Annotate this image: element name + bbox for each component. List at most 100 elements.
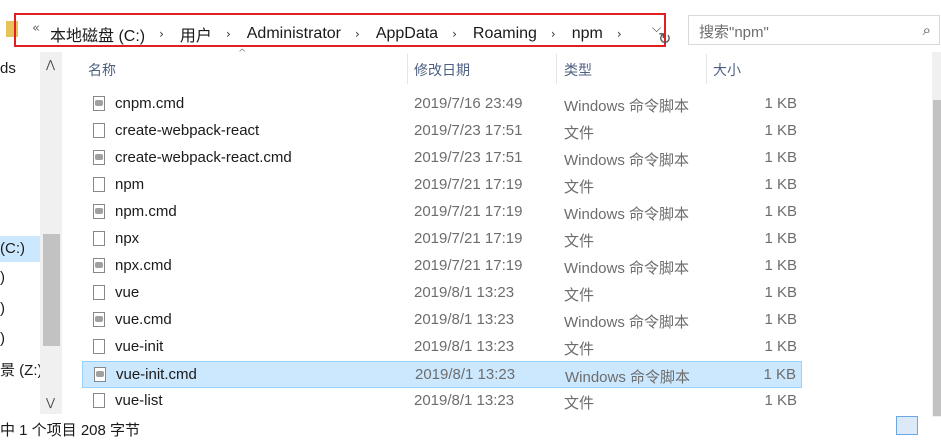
nav-item-drive[interactable]: ) — [0, 300, 5, 317]
file-row[interactable]: vue-init 2019/8/1 13:23 文件 1 KB — [82, 334, 802, 361]
script-file-icon — [94, 367, 106, 382]
breadcrumb-overflow-icon[interactable]: « — [32, 21, 40, 36]
status-bar-text: 中 1 个项目 208 字节 — [0, 422, 141, 439]
file-date: 2019/8/1 13:23 — [414, 338, 515, 355]
file-name: npx.cmd — [115, 257, 172, 274]
file-size: 1 KB — [764, 95, 797, 112]
chevron-right-icon[interactable]: › — [355, 27, 360, 41]
file-name: npm.cmd — [115, 203, 177, 220]
refresh-icon[interactable]: ↻ — [658, 29, 671, 48]
file-size: 1 KB — [764, 203, 797, 220]
file-date: 2019/7/21 17:19 — [414, 176, 523, 193]
column-header-size[interactable]: 大小 — [713, 57, 741, 85]
scroll-up-icon[interactable]: ⋀ — [46, 58, 55, 71]
file-size: 1 KB — [764, 257, 797, 274]
script-file-icon — [93, 312, 105, 327]
file-size: 1 KB — [764, 122, 797, 139]
file-size: 1 KB — [764, 230, 797, 247]
nav-scrollbar[interactable] — [40, 52, 62, 414]
file-list-scrollbar-thumb[interactable] — [933, 100, 941, 416]
nav-scrollbar-thumb[interactable] — [43, 234, 60, 346]
breadcrumb-item[interactable]: Administrator — [247, 25, 341, 43]
file-date: 2019/8/1 13:23 — [414, 311, 515, 328]
file-type: Windows 命令脚本 — [564, 314, 690, 331]
file-row[interactable]: npm.cmd 2019/7/21 17:19 Windows 命令脚本 1 KB — [82, 199, 802, 226]
file-name: create-webpack-react.cmd — [115, 149, 292, 166]
file-row[interactable]: cnpm.cmd 2019/7/16 23:49 Windows 命令脚本 1 KB — [82, 91, 802, 118]
file-size: 1 KB — [763, 366, 796, 383]
search-input[interactable]: 搜索"npm" ⌕ — [688, 15, 940, 45]
file-row[interactable]: vue-init.cmd 2019/8/1 13:23 Windows 命令脚本 1 … — [82, 361, 802, 388]
chevron-right-icon[interactable]: › — [617, 27, 622, 41]
file-name: vue-init — [115, 338, 164, 355]
nav-item-network-drive-z[interactable]: 景 (Z:) — [0, 359, 43, 380]
file-name: vue — [115, 284, 140, 301]
file-name: vue.cmd — [115, 311, 172, 328]
file-name: npx — [115, 230, 140, 247]
column-header-date[interactable]: 修改日期 — [414, 57, 470, 85]
file-date: 2019/7/23 17:51 — [414, 122, 523, 139]
column-header-type[interactable]: 类型 — [564, 57, 592, 85]
file-row[interactable]: npx 2019/7/21 17:19 文件 1 KB — [82, 226, 802, 253]
file-size: 1 KB — [764, 311, 797, 328]
file-type: Windows 命令脚本 — [565, 369, 691, 386]
breadcrumb-item[interactable]: 用户 — [180, 22, 212, 46]
address-bar[interactable]: « 本地磁盘 (C:) › 用户 › Administrator › AppData › Roa… — [0, 10, 680, 50]
breadcrumb-item[interactable]: npm — [572, 25, 603, 43]
file-row[interactable]: vue 2019/8/1 13:23 文件 1 KB — [82, 280, 802, 307]
file-row[interactable]: npx.cmd 2019/7/21 17:19 Windows 命令脚本 1 KB — [82, 253, 802, 280]
file-row[interactable]: npm 2019/7/21 17:19 文件 1 KB — [82, 172, 802, 199]
file-date: 2019/8/1 13:23 — [415, 366, 516, 383]
breadcrumb-item[interactable]: AppData — [376, 25, 438, 43]
file-type: 文件 — [564, 233, 595, 250]
file-size: 1 KB — [764, 392, 797, 409]
file-row[interactable]: create-webpack-react.cmd 2019/7/23 17:51 W… — [82, 145, 802, 172]
chevron-right-icon[interactable]: › — [452, 27, 457, 41]
nav-item-downloads[interactable]: ds — [0, 60, 16, 77]
chevron-right-icon[interactable]: › — [551, 27, 556, 41]
large-icons-view-icon[interactable] — [921, 416, 941, 435]
file-type: Windows 命令脚本 — [564, 260, 690, 277]
file-row[interactable]: vue-list 2019/8/1 13:23 文件 1 KB — [82, 388, 802, 415]
scroll-down-icon[interactable]: ⋁ — [46, 396, 55, 409]
file-type: Windows 命令脚本 — [564, 152, 690, 169]
file-date: 2019/7/16 23:49 — [414, 95, 523, 112]
script-file-icon — [93, 204, 105, 219]
file-icon — [93, 285, 105, 300]
file-icon — [93, 393, 105, 408]
file-date: 2019/7/21 17:19 — [414, 203, 523, 220]
file-type: 文件 — [564, 395, 595, 412]
breadcrumb-item[interactable]: Roaming — [473, 25, 537, 43]
script-file-icon — [93, 150, 105, 165]
column-divider[interactable] — [407, 54, 408, 84]
chevron-right-icon[interactable]: › — [226, 27, 231, 41]
column-header-name[interactable]: 名称 — [88, 57, 116, 85]
file-type: 文件 — [564, 125, 595, 142]
file-date: 2019/7/21 17:19 — [414, 257, 523, 274]
file-type: 文件 — [564, 341, 595, 358]
file-size: 1 KB — [764, 176, 797, 193]
file-name: create-webpack-react — [115, 122, 260, 139]
navigation-pane: ds (C:) ) ) ) 景 (Z:) ⋀ ⋁ — [0, 52, 62, 435]
file-name: vue-list — [115, 392, 163, 409]
sort-ascending-icon: ^ — [238, 48, 247, 59]
file-row[interactable]: vue.cmd 2019/8/1 13:23 Windows 命令脚本 1 KB — [82, 307, 802, 334]
file-icon — [93, 123, 105, 138]
file-row[interactable]: create-webpack-react 2019/7/23 17:51 文件 1 K… — [82, 118, 802, 145]
chevron-right-icon[interactable]: › — [159, 27, 164, 41]
breadcrumb-item[interactable]: 本地磁盘 (C:) — [50, 22, 145, 46]
file-type: 文件 — [564, 287, 595, 304]
file-type: 文件 — [564, 179, 595, 196]
details-view-icon[interactable] — [896, 416, 918, 435]
column-divider[interactable] — [556, 54, 557, 84]
column-divider[interactable] — [706, 54, 707, 84]
file-date: 2019/7/21 17:19 — [414, 230, 523, 247]
script-file-icon — [93, 258, 105, 273]
file-type: Windows 命令脚本 — [564, 98, 690, 115]
search-icon[interactable]: ⌕ — [923, 21, 931, 39]
nav-item-drive[interactable]: ) — [0, 330, 5, 347]
nav-item-local-disk-c[interactable]: (C:) — [0, 236, 40, 262]
file-icon — [93, 231, 105, 246]
nav-item-drive[interactable]: ) — [0, 269, 5, 286]
file-size: 1 KB — [764, 338, 797, 355]
